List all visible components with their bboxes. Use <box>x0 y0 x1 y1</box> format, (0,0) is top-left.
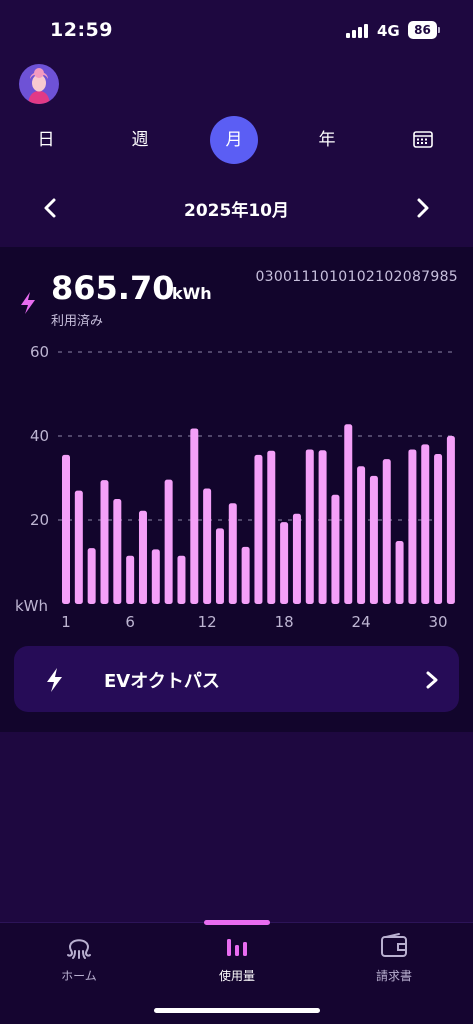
y-axis-unit: kWh <box>15 597 48 615</box>
tab-week[interactable]: 週 <box>116 116 164 164</box>
x-tick-label: 24 <box>352 613 371 631</box>
avatar-face-icon <box>28 68 50 104</box>
network-type: 4G <box>377 22 400 40</box>
bar <box>280 522 289 604</box>
battery-tip <box>438 27 440 33</box>
bar <box>408 449 417 604</box>
bar <box>395 541 404 604</box>
bar <box>446 436 455 604</box>
x-tick-label: 12 <box>198 613 217 631</box>
chevron-right-icon <box>426 671 438 689</box>
bar <box>305 449 314 604</box>
nav-bills[interactable]: 請求書 <box>334 931 454 984</box>
nav-home-label: ホーム <box>61 969 97 983</box>
total-usage-caption: 利用済み <box>51 314 104 329</box>
bar <box>62 454 70 604</box>
bar <box>357 466 366 604</box>
bar <box>228 503 237 604</box>
bar <box>164 479 173 604</box>
home-indicator <box>154 1008 320 1013</box>
month-navigation: 2025年10月 <box>0 188 473 228</box>
usage-bar-chart: 60 40 20 kWh 1 6 12 18 24 30 <box>15 343 455 631</box>
tab-month[interactable]: 月 <box>210 116 258 164</box>
bar <box>151 549 160 604</box>
total-usage: 865.70 <box>51 269 175 307</box>
battery-icon: 86 <box>408 21 437 39</box>
bar-chart-icon <box>227 939 247 956</box>
period-tabs: 日 週 月 年 <box>0 116 473 164</box>
bar <box>126 555 135 604</box>
x-tick-label: 18 <box>275 613 294 631</box>
bar <box>292 513 301 604</box>
bar <box>113 499 122 604</box>
status-bar: 12:59 4G 86 <box>0 0 473 60</box>
bar <box>190 428 199 604</box>
bar <box>138 510 147 604</box>
bar <box>434 454 443 604</box>
bar <box>318 450 327 604</box>
bar <box>344 424 353 604</box>
active-tab-indicator <box>204 920 270 925</box>
nav-home[interactable]: ホーム <box>19 931 139 984</box>
tab-year[interactable]: 年 <box>303 116 351 164</box>
month-label: 2025年10月 <box>184 201 289 221</box>
cellular-signal-icon <box>346 24 372 38</box>
meter-id: 0300111010102102087985 <box>255 269 458 285</box>
bar <box>203 488 212 604</box>
x-tick-label: 6 <box>125 613 135 631</box>
bar <box>241 546 250 604</box>
chevron-right-icon[interactable] <box>413 194 433 222</box>
wallet-icon <box>381 933 407 957</box>
y-tick-label: 40 <box>30 427 49 445</box>
lightning-icon <box>21 292 35 314</box>
ev-card-label: EVオクトパス <box>104 671 220 692</box>
calendar-icon[interactable] <box>413 130 433 148</box>
total-usage-unit: kWh <box>172 284 212 303</box>
nav-usage-label: 使用量 <box>218 969 255 983</box>
ev-octopus-card[interactable]: EVオクトパス <box>14 646 459 712</box>
y-tick-label: 20 <box>30 511 49 529</box>
bar <box>100 480 109 604</box>
nav-usage[interactable]: 使用量 <box>177 931 297 984</box>
nav-bills-label: 請求書 <box>375 969 412 983</box>
bar <box>369 475 378 604</box>
lightning-icon <box>47 668 62 692</box>
x-tick-label: 1 <box>61 613 71 631</box>
octopus-icon <box>67 939 91 959</box>
bar <box>215 528 224 604</box>
bar <box>254 454 263 604</box>
y-tick-label: 60 <box>30 343 49 361</box>
bar <box>421 444 430 604</box>
bar <box>331 494 340 604</box>
bar <box>267 450 276 604</box>
bar <box>74 490 83 604</box>
status-time: 12:59 <box>50 19 113 41</box>
x-tick-label: 30 <box>429 613 448 631</box>
tab-day[interactable]: 日 <box>22 116 70 164</box>
bar <box>382 459 391 604</box>
bar <box>177 555 186 604</box>
bar <box>87 548 96 604</box>
avatar[interactable] <box>19 64 59 104</box>
